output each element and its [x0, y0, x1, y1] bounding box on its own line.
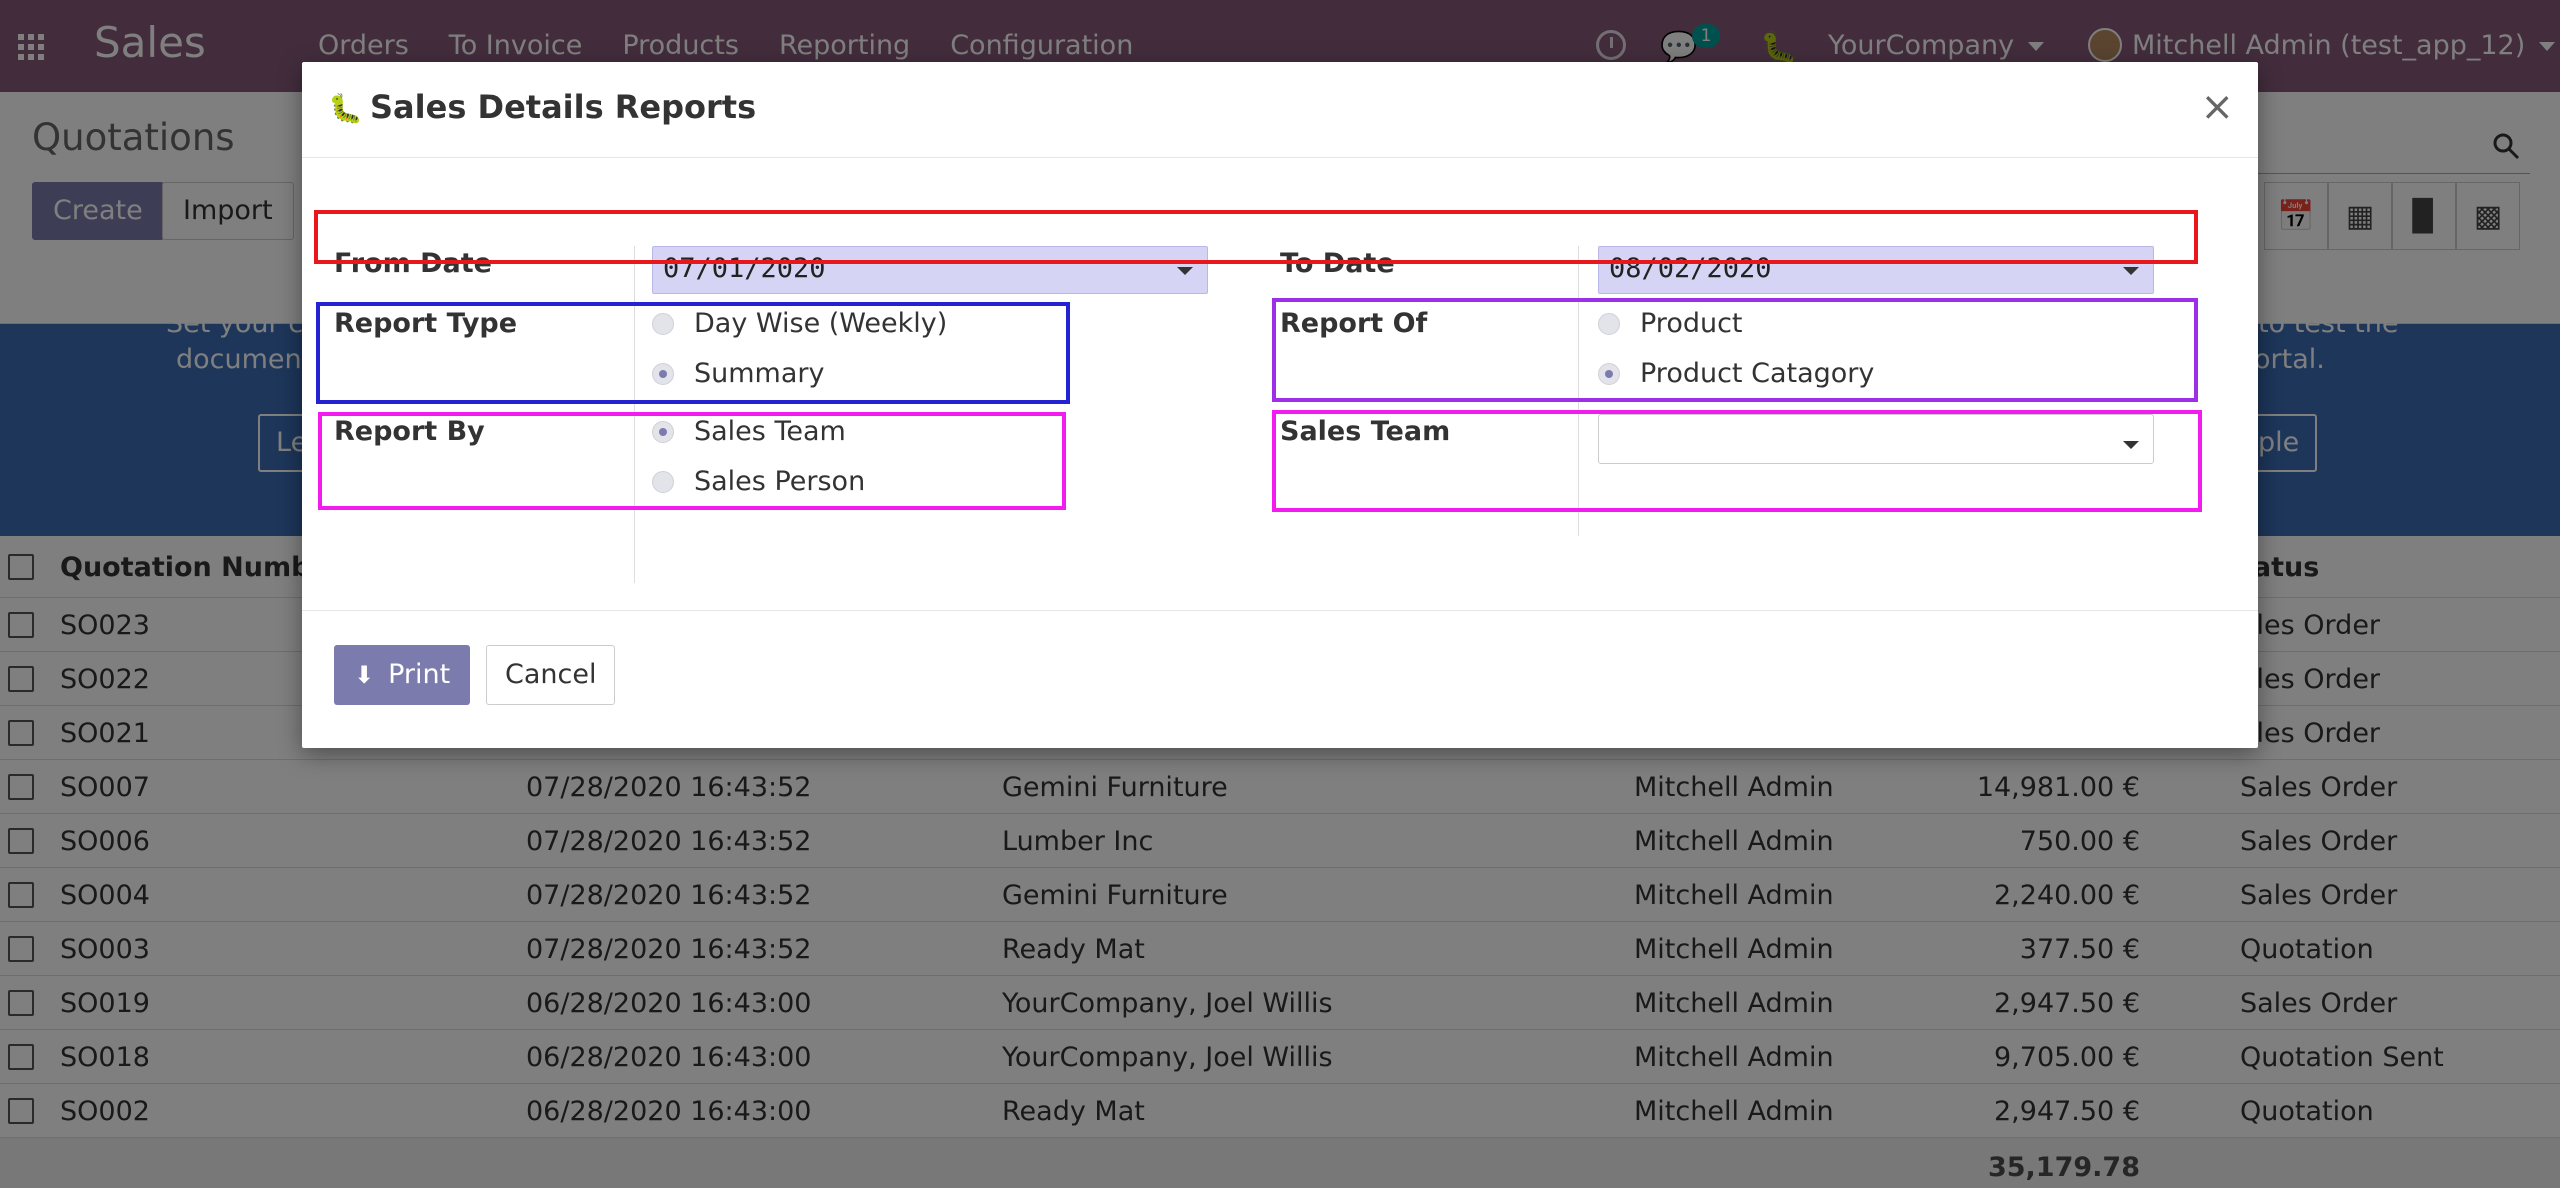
report-of-label: Report Of: [1280, 308, 1428, 339]
to-date-field[interactable]: 08/02/2020: [1598, 246, 2154, 294]
to-date-label: To Date: [1280, 248, 1395, 279]
field-separator: [634, 246, 635, 583]
radio-button[interactable]: [1598, 312, 1620, 335]
field-separator: [1578, 246, 1579, 536]
radio-sales-person[interactable]: Sales Person: [652, 466, 865, 497]
radio-label: Product: [1640, 308, 1743, 339]
radio-button[interactable]: [1598, 362, 1620, 385]
radio-label: Day Wise (Weekly): [694, 308, 948, 339]
print-label: Print: [388, 659, 451, 690]
radio-button[interactable]: [652, 420, 674, 443]
radio-button[interactable]: [652, 470, 674, 493]
radio-day-wise-weekly[interactable]: Day Wise (Weekly): [652, 308, 947, 339]
from-date-label: From Date: [334, 248, 492, 279]
radio-label: Product Catagory: [1640, 358, 1875, 389]
radio-label: Summary: [694, 358, 825, 389]
cancel-button[interactable]: Cancel: [486, 645, 616, 705]
radio-label: Sales Team: [694, 416, 846, 447]
to-date-value: 08/02/2020: [1609, 253, 1772, 284]
dialog-footer: ⬇ Print Cancel: [302, 610, 2258, 748]
sales-details-reports-dialog: 🐛 Sales Details Reports × From Date 07/0…: [302, 62, 2258, 748]
chevron-down-icon: [2123, 267, 2139, 275]
report-by-label: Report By: [334, 416, 485, 447]
sales-team-label: Sales Team: [1280, 416, 1451, 447]
radio-product-category[interactable]: Product Catagory: [1598, 358, 1874, 389]
close-icon[interactable]: ×: [2200, 84, 2234, 130]
radio-button[interactable]: [652, 362, 674, 385]
chevron-down-icon: [1177, 267, 1193, 275]
from-date-value: 07/01/2020: [663, 253, 826, 284]
download-icon: ⬇: [354, 661, 375, 689]
radio-product[interactable]: Product: [1598, 308, 1743, 339]
radio-label: Sales Person: [694, 466, 866, 497]
radio-summary[interactable]: Summary: [652, 358, 824, 389]
radio-sales-team[interactable]: Sales Team: [652, 416, 846, 447]
from-date-field[interactable]: 07/01/2020: [652, 246, 1208, 294]
print-button[interactable]: ⬇ Print: [334, 645, 471, 705]
report-type-label: Report Type: [334, 308, 518, 339]
radio-button[interactable]: [652, 312, 674, 335]
dialog-header: 🐛 Sales Details Reports ×: [302, 62, 2258, 158]
chevron-down-icon: [2123, 441, 2139, 449]
debug-bug-icon: 🐛: [328, 92, 363, 125]
dialog-title: Sales Details Reports: [370, 88, 757, 126]
sales-team-select[interactable]: [1598, 414, 2154, 464]
